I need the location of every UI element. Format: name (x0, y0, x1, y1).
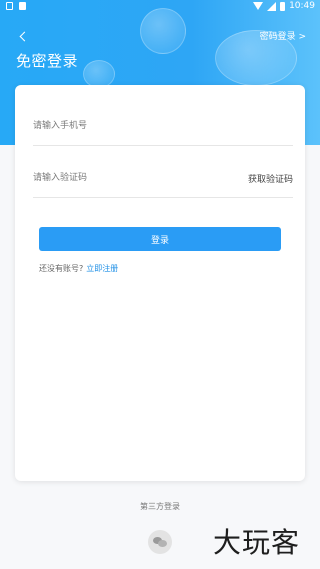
notification-icon (19, 2, 26, 10)
signal-icon (267, 1, 277, 11)
register-link[interactable]: 立即注册 (86, 263, 118, 274)
phone-input[interactable] (33, 117, 233, 135)
login-card: 获取验证码 登录 还没有账号? 立即注册 (15, 85, 305, 481)
password-login-link[interactable]: 密码登录 > (260, 29, 306, 42)
status-notifications (6, 2, 26, 10)
get-code-button[interactable]: 获取验证码 (248, 172, 293, 185)
watermark: 大玩客 (213, 526, 301, 559)
status-bar: 10:49 (0, 0, 320, 14)
login-screen: 10:49 密码登录 > 免密登录 获取验证码 登录 还没有账号? 立即注册 第… (0, 0, 320, 569)
no-account-text: 还没有账号? (39, 264, 84, 273)
third-party-label: 第三方登录 (140, 502, 180, 511)
code-field: 获取验证码 (33, 158, 293, 198)
decorative-bubble (83, 60, 115, 88)
wechat-login-button[interactable] (148, 530, 172, 554)
battery-icon (280, 1, 286, 11)
page-title: 免密登录 (16, 52, 79, 70)
decorative-bubble (140, 8, 186, 54)
phone-field (33, 106, 293, 146)
login-button[interactable]: 登录 (39, 227, 281, 251)
chevron-left-icon (19, 31, 30, 42)
status-time: 10:49 (289, 1, 315, 11)
wifi-icon (253, 2, 264, 10)
code-input[interactable] (33, 169, 233, 187)
status-indicators: 10:49 (253, 1, 315, 11)
wechat-icon-bubble (158, 540, 167, 547)
register-prompt: 还没有账号? 立即注册 (39, 263, 118, 274)
notification-icon (6, 2, 13, 10)
back-button[interactable] (18, 30, 32, 44)
